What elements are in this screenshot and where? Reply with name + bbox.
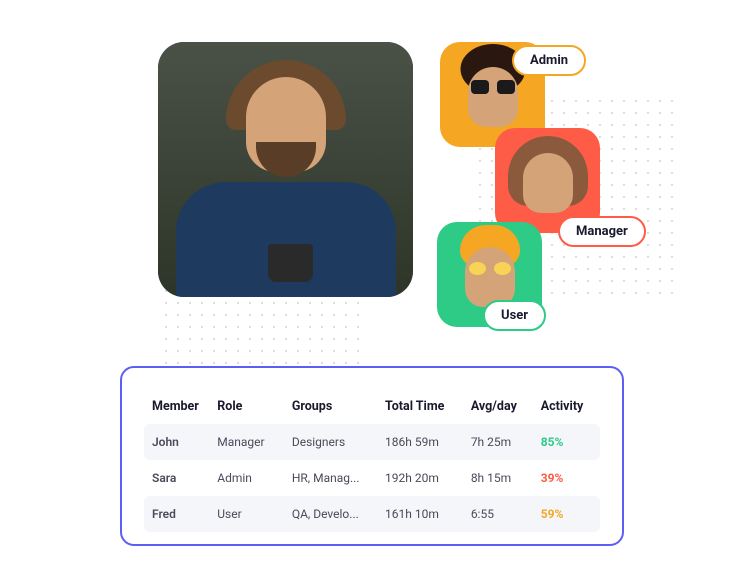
cell-avg-day: 8h 15m [471, 471, 541, 485]
cell-activity: 39% [541, 471, 592, 485]
cell-member: Sara [152, 471, 217, 485]
cell-activity: 59% [541, 507, 592, 521]
header-avg-day: Avg/day [471, 399, 541, 414]
role-badge-admin: Admin [512, 45, 586, 76]
header-total-time: Total Time [385, 399, 471, 414]
primary-user-photo [158, 42, 413, 297]
cell-activity: 85% [541, 435, 592, 449]
cell-groups: Designers [292, 435, 385, 449]
table-row[interactable]: Fred User QA, Develo... 161h 10m 6:55 59… [144, 496, 600, 532]
members-table: Member Role Groups Total Time Avg/day Ac… [120, 366, 624, 546]
table-row[interactable]: John Manager Designers 186h 59m 7h 25m 8… [144, 424, 600, 460]
cell-avg-day: 6:55 [471, 507, 541, 521]
cell-member: John [152, 435, 217, 449]
cell-total-time: 161h 10m [385, 507, 471, 521]
cell-total-time: 186h 59m [385, 435, 471, 449]
header-groups: Groups [292, 399, 385, 414]
cell-role: Admin [217, 471, 292, 485]
cell-role: Manager [217, 435, 292, 449]
cell-role: User [217, 507, 292, 521]
cell-groups: HR, Manag... [292, 471, 385, 485]
header-activity: Activity [541, 399, 592, 414]
cell-total-time: 192h 20m [385, 471, 471, 485]
cell-avg-day: 7h 25m [471, 435, 541, 449]
table-header-row: Member Role Groups Total Time Avg/day Ac… [144, 388, 600, 424]
role-badge-user: User [483, 300, 546, 331]
cell-member: Fred [152, 507, 217, 521]
cell-groups: QA, Develo... [292, 507, 385, 521]
table-row[interactable]: Sara Admin HR, Manag... 192h 20m 8h 15m … [144, 460, 600, 496]
header-role: Role [217, 399, 292, 414]
header-member: Member [152, 399, 217, 414]
role-badge-manager: Manager [558, 216, 646, 247]
